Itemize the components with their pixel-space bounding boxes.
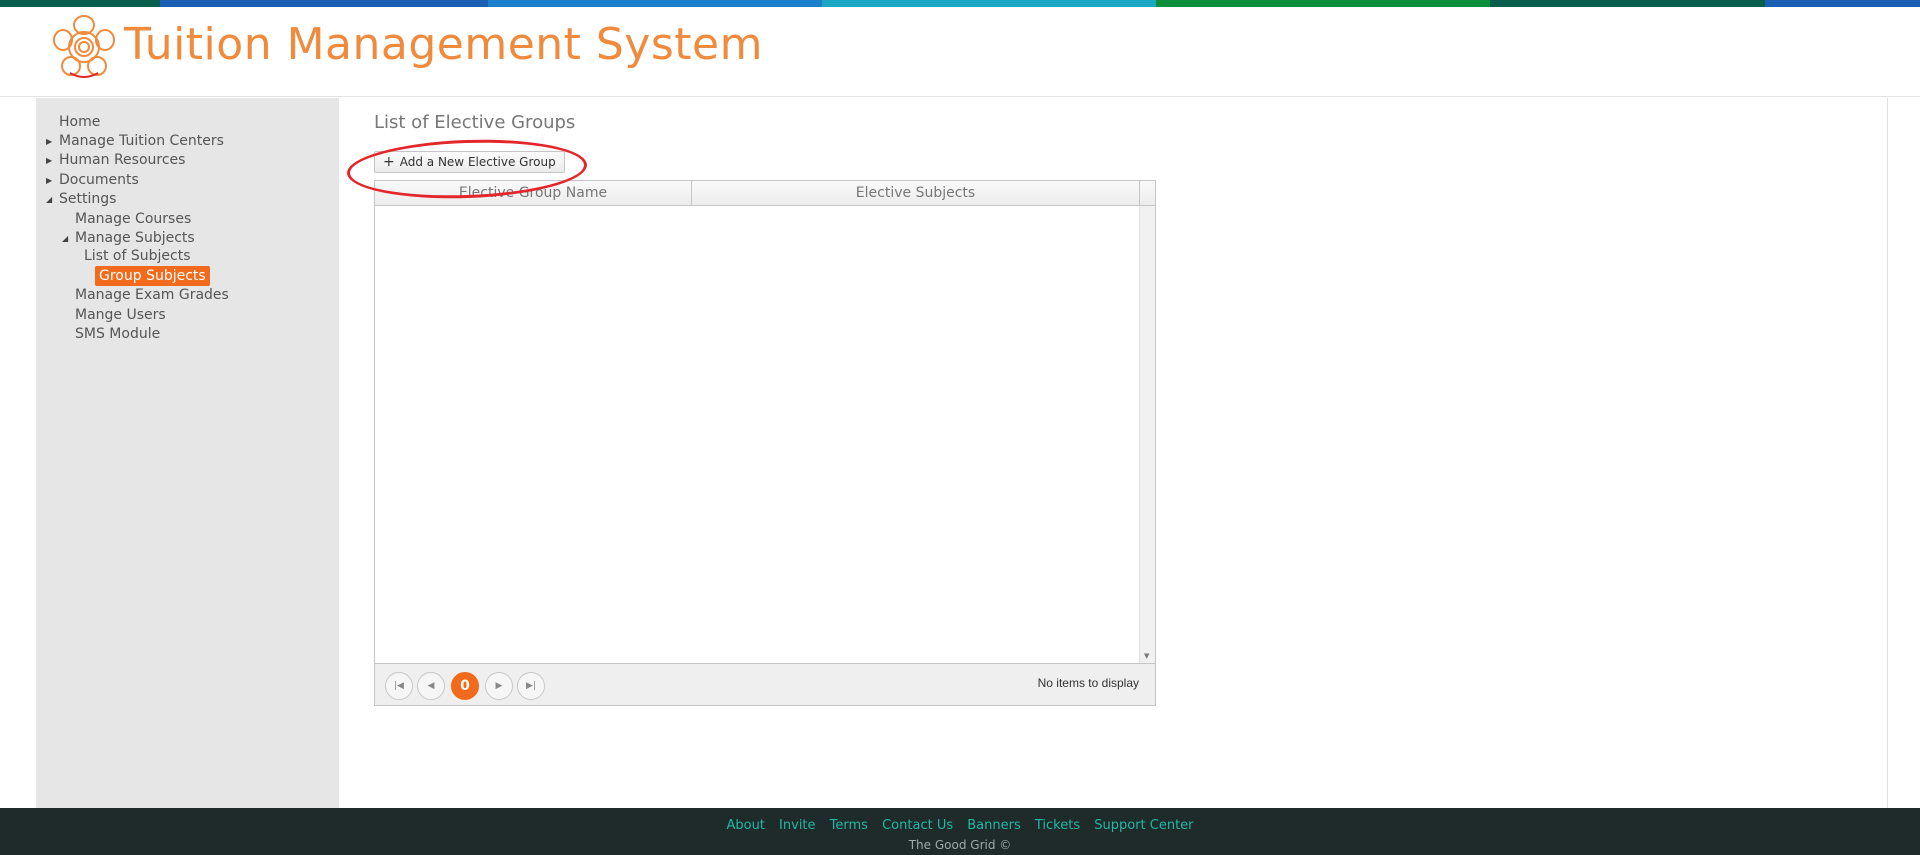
next-page-icon: ▶ <box>495 681 503 691</box>
sidebar-item-human-resources[interactable]: ▶ Human Resources <box>46 152 185 168</box>
flower-logo-icon <box>53 15 115 78</box>
footer-link-invite[interactable]: Invite <box>779 818 815 833</box>
footer-link-support-center[interactable]: Support Center <box>1094 818 1193 833</box>
grid-pager: |◀ ◀ 0 ▶ ▶| No items to display <box>375 663 1155 705</box>
sidebar-item-home[interactable]: Home <box>46 114 100 130</box>
sidebar-item-label: Mange Users <box>75 307 166 323</box>
page-title: List of Elective Groups <box>374 112 576 133</box>
footer-link-terms[interactable]: Terms <box>830 818 868 833</box>
sidebar-item-label: Manage Exam Grades <box>75 287 229 303</box>
sidebar-item-settings[interactable]: ◢ Settings <box>46 191 116 207</box>
sidebar-item-label: Documents <box>59 172 139 188</box>
add-button-label: Add a New Elective Group <box>399 155 556 169</box>
sidebar-item-label: List of Subjects <box>84 248 191 264</box>
sidebar-nav: Home ▶ Manage Tuition Centers ▶ Human Reso… <box>36 98 339 808</box>
scroll-down-icon[interactable]: ▼ <box>1144 652 1149 660</box>
column-header-elective-subjects[interactable]: Elective Subjects <box>692 181 1140 205</box>
top-color-stripe <box>0 0 1920 7</box>
footer-link-tickets[interactable]: Tickets <box>1035 818 1080 833</box>
app-title: Tuition Management System <box>124 19 763 70</box>
sidebar-item-manage-exam-grades[interactable]: Manage Exam Grades <box>62 287 229 303</box>
first-page-icon: |◀ <box>394 681 404 691</box>
content-right-border <box>1887 98 1888 808</box>
sidebar-item-sms-module[interactable]: SMS Module <box>62 326 160 342</box>
plus-icon: + <box>383 154 395 170</box>
first-page-button[interactable]: |◀ <box>385 672 413 700</box>
site-footer: About Invite Terms Contact Us Banners Ti… <box>0 808 1920 855</box>
grid-scrollbar[interactable]: ▼ <box>1139 206 1155 664</box>
sidebar-item-label: Settings <box>59 191 117 207</box>
caret-down-icon: ◢ <box>46 194 53 204</box>
grid-header: Elective Group Name Elective Subjects <box>375 181 1155 206</box>
grid-header-scroll-spacer <box>1140 181 1155 205</box>
add-elective-group-button[interactable]: + Add a New Elective Group <box>374 151 565 173</box>
sidebar-item-mange-users[interactable]: Mange Users <box>62 307 166 323</box>
last-page-button[interactable]: ▶| <box>517 672 545 700</box>
sidebar-item-manage-courses[interactable]: Manage Courses <box>62 211 191 227</box>
last-page-icon: ▶| <box>526 681 536 691</box>
pager-info: No items to display <box>1037 676 1139 690</box>
footer-link-about[interactable]: About <box>726 818 764 833</box>
sidebar-item-manage-subjects[interactable]: ◢ Manage Subjects <box>62 230 195 246</box>
sidebar-item-label: Manage Courses <box>75 211 192 227</box>
caret-right-icon: ▶ <box>46 136 53 146</box>
previous-page-icon: ◀ <box>427 681 435 691</box>
caret-down-icon: ◢ <box>62 233 69 243</box>
elective-groups-grid: Elective Group Name Elective Subjects ▼ … <box>374 180 1156 706</box>
next-page-button[interactable]: ▶ <box>485 672 513 700</box>
previous-page-button[interactable]: ◀ <box>417 672 445 700</box>
sidebar-item-label: SMS Module <box>75 326 161 342</box>
sidebar-item-label: Manage Tuition Centers <box>59 133 224 149</box>
caret-right-icon: ▶ <box>46 175 53 185</box>
sidebar-item-group-subjects[interactable]: Group Subjects <box>95 266 210 286</box>
sidebar-item-label: Home <box>59 114 101 130</box>
footer-copyright: The Good Grid © <box>908 838 1012 852</box>
current-page-button[interactable]: 0 <box>451 672 479 700</box>
sidebar-item-list-of-subjects[interactable]: List of Subjects <box>84 248 191 264</box>
sidebar-item-label: Group Subjects <box>95 266 210 286</box>
app-header: Tuition Management System <box>0 7 1920 97</box>
sidebar-item-label: Human Resources <box>59 152 186 168</box>
sidebar-item-manage-tuition-centers[interactable]: ▶ Manage Tuition Centers <box>46 133 224 149</box>
footer-links: About Invite Terms Contact Us Banners Ti… <box>0 818 1920 833</box>
caret-right-icon: ▶ <box>46 155 53 165</box>
footer-link-contact-us[interactable]: Contact Us <box>882 818 953 833</box>
sidebar-item-documents[interactable]: ▶ Documents <box>46 172 139 188</box>
column-header-elective-group-name[interactable]: Elective Group Name <box>375 181 692 205</box>
sidebar-item-label: Manage Subjects <box>75 230 195 246</box>
footer-link-banners[interactable]: Banners <box>967 818 1020 833</box>
